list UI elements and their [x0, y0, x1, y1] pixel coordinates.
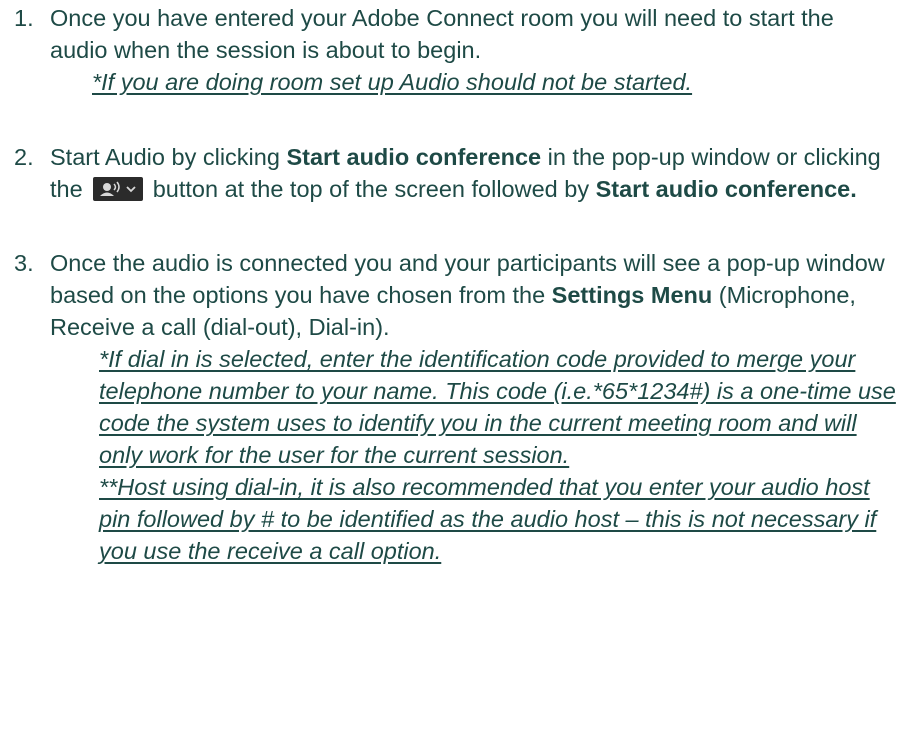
item-text: Once you have entered your Adobe Connect…	[50, 5, 834, 63]
list-number: 2.	[14, 144, 34, 170]
item-text: Start Audio by clicking Start audio conf…	[50, 141, 896, 205]
list-item-3: 3. Once the audio is connected you and y…	[0, 247, 896, 567]
item-text: Once the audio is connected you and your…	[50, 247, 896, 343]
bold-text: Start audio conference.	[595, 176, 857, 202]
list-item-2: 2. Start Audio by clicking Start audio c…	[0, 141, 896, 205]
item-note: *If you are doing room set up Audio shou…	[92, 69, 693, 95]
bold-text: Settings Menu	[551, 282, 713, 308]
list-number: 3.	[14, 250, 34, 276]
item-note: *If dial in is selected, enter the ident…	[99, 346, 896, 468]
bold-text: Start audio conference	[286, 144, 542, 170]
text-run: button at the top of the screen followed…	[146, 176, 596, 202]
list-item-1: 1. Once you have entered your Adobe Conn…	[0, 2, 896, 98]
text-run: Start Audio by clicking	[50, 144, 287, 170]
list-number: 1.	[14, 5, 34, 31]
audio-speaker-dropdown-icon	[93, 177, 144, 201]
item-note: **Host using dial-in, it is also recomme…	[99, 474, 877, 564]
instruction-document: 1. Once you have entered your Adobe Conn…	[0, 2, 906, 567]
